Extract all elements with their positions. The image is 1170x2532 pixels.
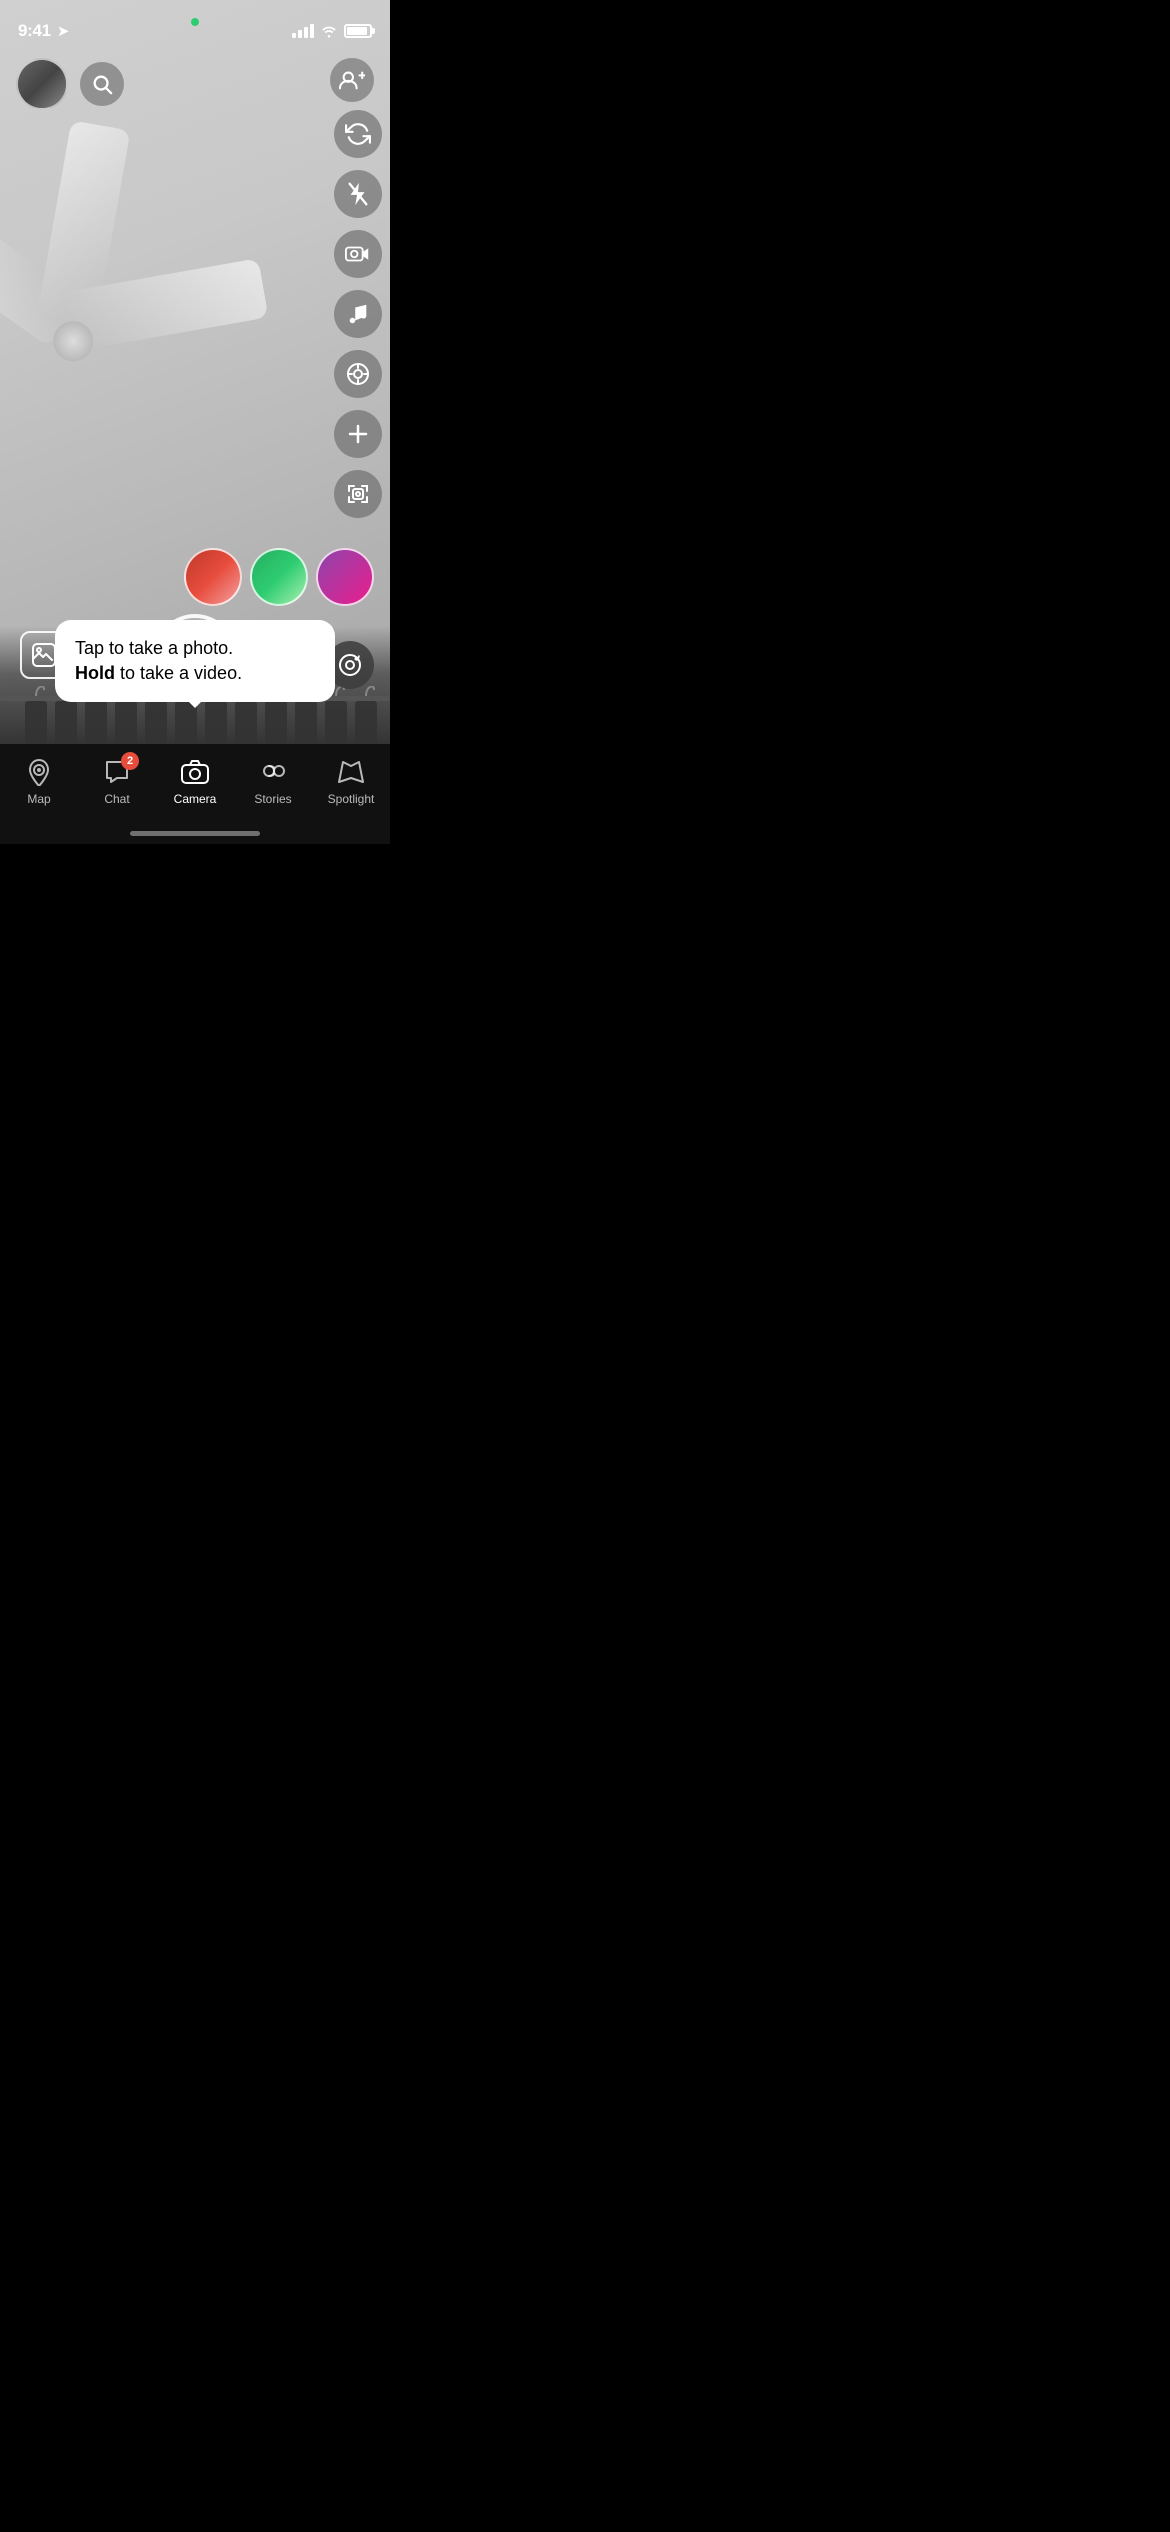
map-icon	[25, 758, 53, 786]
chat-icon: 2	[103, 758, 131, 786]
signal-strength-icon	[292, 24, 314, 38]
status-time: 9:41	[18, 21, 51, 41]
stories-label: Stories	[254, 792, 291, 806]
nav-item-spotlight[interactable]: Spotlight	[321, 758, 381, 806]
flash-off-button[interactable]	[334, 170, 382, 218]
map-label: Map	[27, 792, 50, 806]
battery-icon	[344, 24, 372, 38]
tooltip-line2-suffix: to take a video.	[115, 663, 242, 683]
tooltip-bold: Hold	[75, 663, 115, 683]
stories-icon	[259, 758, 287, 786]
chat-badge: 2	[121, 752, 139, 770]
story-preview-2[interactable]	[250, 548, 308, 606]
nav-item-stories[interactable]: Stories	[243, 758, 303, 806]
flip-camera-button[interactable]	[334, 110, 382, 158]
camera-nav-label: Camera	[174, 792, 217, 806]
status-bar: 9:41 ➤	[0, 0, 390, 50]
dual-camera-button[interactable]	[334, 230, 382, 278]
camera-nav-icon	[180, 758, 210, 786]
nav-item-chat[interactable]: 2 Chat	[87, 758, 147, 806]
story-preview-3[interactable]	[316, 548, 374, 606]
wifi-icon	[320, 24, 338, 38]
top-left-controls	[16, 58, 124, 110]
tooltip-line1: Tap to take a photo.	[75, 638, 233, 658]
story-previews	[184, 548, 374, 606]
scan-button[interactable]	[334, 470, 382, 518]
spotlight-icon	[337, 758, 365, 786]
chat-label: Chat	[104, 792, 129, 806]
spotlight-label: Spotlight	[328, 792, 375, 806]
music-button[interactable]	[334, 290, 382, 338]
nav-item-map[interactable]: Map	[9, 758, 69, 806]
camera-tooltip: Tap to take a photo. Hold to take a vide…	[55, 620, 335, 702]
location-arrow-icon: ➤	[57, 22, 70, 40]
add-friend-button[interactable]	[330, 58, 374, 102]
user-avatar[interactable]	[16, 58, 68, 110]
tooltip-text: Tap to take a photo. Hold to take a vide…	[75, 636, 315, 686]
top-right-controls	[330, 58, 374, 102]
nav-item-camera[interactable]: Camera	[165, 758, 225, 806]
add-lens-button[interactable]	[334, 410, 382, 458]
camera-right-controls	[334, 110, 382, 518]
story-preview-1[interactable]	[184, 548, 242, 606]
home-indicator	[130, 831, 260, 836]
bottom-navigation: Map 2 Chat Camera	[0, 744, 390, 844]
lens-studio-button[interactable]	[334, 350, 382, 398]
search-button[interactable]	[80, 62, 124, 106]
